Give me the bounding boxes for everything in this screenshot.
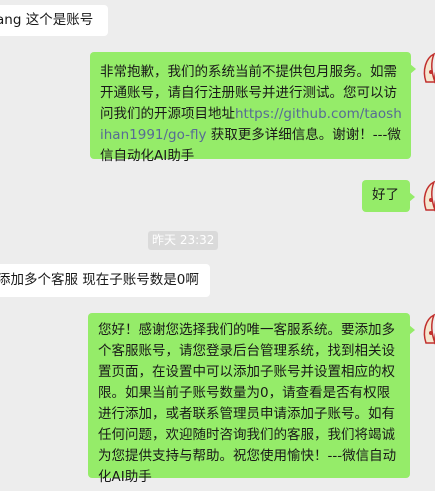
self-avatar[interactable] bbox=[420, 313, 435, 345]
self-avatar[interactable] bbox=[420, 180, 435, 212]
message-bubble-outgoing[interactable]: 非常抱歉，我们的系统当前不提供包月服务。如需开通账号，请自行注册账号并进行测试。… bbox=[90, 52, 416, 164]
message-text: 您好！感谢您选择我们的唯一客服系统。要添加多个客服账号，请您登录后台管理系统，找… bbox=[98, 322, 397, 485]
message-bubble-incoming[interactable]: ang 这个是账号 bbox=[0, 5, 108, 36]
message-bubble-incoming[interactable]: 添加多个客服 现在子账号数是0啊 bbox=[0, 264, 210, 297]
message-text: 好了 bbox=[372, 187, 399, 203]
timestamp-divider: 昨天 23:32 bbox=[148, 231, 219, 250]
lotus-flower-icon bbox=[423, 180, 435, 212]
message-bubble-outgoing[interactable]: 好了 bbox=[362, 180, 415, 212]
lotus-flower-icon bbox=[423, 313, 435, 345]
message-text: 添加多个客服 现在子账号数是0啊 bbox=[0, 272, 199, 288]
lotus-flower-icon bbox=[423, 52, 435, 84]
message-text: ang 这个是账号 bbox=[0, 12, 94, 28]
self-avatar[interactable] bbox=[420, 52, 435, 84]
message-bubble-outgoing[interactable]: 您好！感谢您选择我们的唯一客服系统。要添加多个客服账号，请您登录后台管理系统，找… bbox=[88, 313, 415, 485]
